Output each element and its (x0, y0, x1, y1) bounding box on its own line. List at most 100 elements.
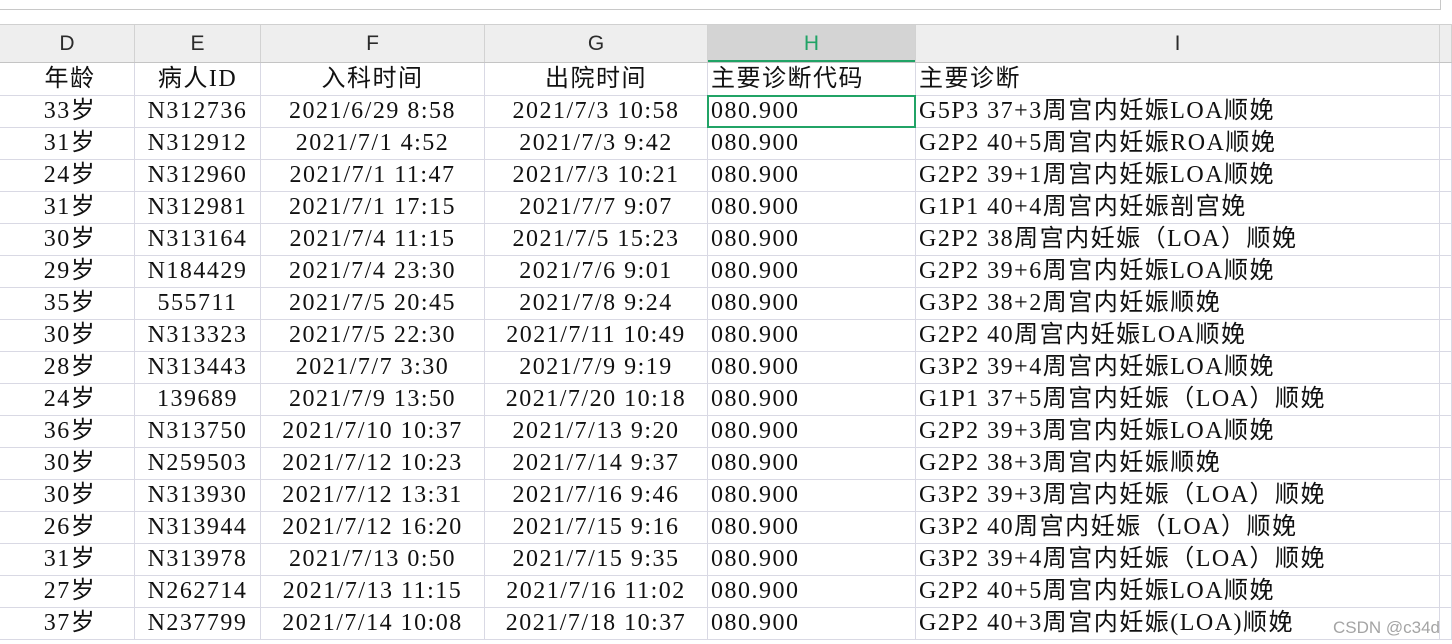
table-cell[interactable]: 2021/6/29 8:58 (261, 96, 485, 128)
column-header-h[interactable]: H (708, 25, 916, 62)
table-cell[interactable]: G2P2 40+5周宫内妊娠ROA顺娩 (916, 128, 1440, 160)
table-cell[interactable]: N313930 (135, 480, 261, 512)
table-cell[interactable]: G2P2 38周宫内妊娠（LOA）顺娩 (916, 224, 1440, 256)
table-cell[interactable]: 2021/7/10 10:37 (261, 416, 485, 448)
label-cell-f[interactable]: 入科时间 (261, 63, 485, 96)
table-cell[interactable]: 080.900 (708, 608, 916, 640)
table-cell[interactable]: N312912 (135, 128, 261, 160)
table-cell[interactable]: N313978 (135, 544, 261, 576)
table-cell[interactable]: 2021/7/13 11:15 (261, 576, 485, 608)
table-cell[interactable]: 555711 (135, 288, 261, 320)
table-cell[interactable]: 080.900 (708, 384, 916, 416)
table-cell[interactable]: G2P2 40周宫内妊娠LOA顺娩 (916, 320, 1440, 352)
column-header-d[interactable]: D (0, 25, 135, 62)
table-cell[interactable]: 080.900 (708, 224, 916, 256)
label-cell-h[interactable]: 主要诊断代码 (708, 63, 916, 96)
table-cell[interactable]: 080.900 (708, 544, 916, 576)
table-cell[interactable]: G3P2 40周宫内妊娠（LOA）顺娩 (916, 512, 1440, 544)
table-cell[interactable]: 30岁 (0, 480, 135, 512)
table-cell[interactable]: N312981 (135, 192, 261, 224)
table-cell[interactable]: N312960 (135, 160, 261, 192)
table-cell[interactable]: G1P1 37+5周宫内妊娠（LOA）顺娩 (916, 384, 1440, 416)
table-cell[interactable]: N259503 (135, 448, 261, 480)
table-cell[interactable]: 2021/7/13 0:50 (261, 544, 485, 576)
table-cell[interactable]: G2P2 40+5周宫内妊娠LOA顺娩 (916, 576, 1440, 608)
table-cell[interactable]: 2021/7/4 11:15 (261, 224, 485, 256)
table-cell-partial[interactable] (1440, 448, 1452, 480)
column-header-g[interactable]: G (485, 25, 708, 62)
column-header-partial[interactable] (1440, 25, 1452, 62)
table-cell[interactable]: 080.900 (708, 128, 916, 160)
table-cell[interactable]: 2021/7/5 22:30 (261, 320, 485, 352)
table-cell[interactable]: 35岁 (0, 288, 135, 320)
table-cell[interactable]: 2021/7/6 9:01 (485, 256, 708, 288)
table-cell[interactable]: 2021/7/5 20:45 (261, 288, 485, 320)
table-cell-partial[interactable] (1440, 576, 1452, 608)
table-cell[interactable]: N262714 (135, 576, 261, 608)
table-cell[interactable]: G3P2 38+2周宫内妊娠顺娩 (916, 288, 1440, 320)
column-header-f[interactable]: F (261, 25, 485, 62)
table-cell[interactable]: G1P1 40+4周宫内妊娠剖宫娩 (916, 192, 1440, 224)
table-cell[interactable]: 24岁 (0, 160, 135, 192)
label-cell-i[interactable]: 主要诊断 (916, 63, 1440, 96)
table-cell[interactable]: 139689 (135, 384, 261, 416)
table-cell[interactable]: 2021/7/15 9:35 (485, 544, 708, 576)
table-cell[interactable]: 2021/7/3 9:42 (485, 128, 708, 160)
table-cell[interactable]: 30岁 (0, 448, 135, 480)
table-cell-partial[interactable] (1440, 352, 1452, 384)
table-cell[interactable]: 30岁 (0, 224, 135, 256)
table-cell-partial[interactable] (1440, 288, 1452, 320)
table-cell[interactable]: 31岁 (0, 192, 135, 224)
table-cell[interactable]: 2021/7/20 10:18 (485, 384, 708, 416)
table-cell[interactable]: N313164 (135, 224, 261, 256)
table-cell-partial[interactable] (1440, 160, 1452, 192)
table-cell[interactable]: 2021/7/3 10:21 (485, 160, 708, 192)
table-cell[interactable]: 2021/7/14 9:37 (485, 448, 708, 480)
table-cell[interactable]: G3P2 39+4周宫内妊娠LOA顺娩 (916, 352, 1440, 384)
table-cell[interactable]: G3P2 39+4周宫内妊娠（LOA）顺娩 (916, 544, 1440, 576)
table-cell-partial[interactable] (1440, 480, 1452, 512)
table-cell[interactable]: 26岁 (0, 512, 135, 544)
table-cell[interactable]: 080.900 (708, 256, 916, 288)
label-cell-g[interactable]: 出院时间 (485, 63, 708, 96)
table-cell[interactable]: G2P2 39+6周宫内妊娠LOA顺娩 (916, 256, 1440, 288)
selected-cell[interactable]: 080.900 (707, 95, 916, 128)
table-cell[interactable]: N184429 (135, 256, 261, 288)
table-cell[interactable]: 080.900 (708, 480, 916, 512)
table-cell[interactable]: 28岁 (0, 352, 135, 384)
table-cell-partial[interactable] (1440, 224, 1452, 256)
table-cell[interactable]: 31岁 (0, 544, 135, 576)
table-cell[interactable]: 2021/7/1 17:15 (261, 192, 485, 224)
table-cell[interactable]: 2021/7/11 10:49 (485, 320, 708, 352)
label-cell-e[interactable]: 病人ID (135, 63, 261, 96)
table-cell[interactable]: 29岁 (0, 256, 135, 288)
table-cell[interactable]: 2021/7/18 10:37 (485, 608, 708, 640)
table-cell[interactable]: 33岁 (0, 96, 135, 128)
table-cell[interactable]: 080.900 (708, 448, 916, 480)
table-cell[interactable]: 080.900 (708, 192, 916, 224)
table-cell-partial[interactable] (1440, 96, 1452, 128)
table-cell[interactable]: 2021/7/3 10:58 (485, 96, 708, 128)
table-cell[interactable]: 080.900 (708, 512, 916, 544)
table-cell[interactable]: 2021/7/5 15:23 (485, 224, 708, 256)
column-header-i[interactable]: I (916, 25, 1440, 62)
table-cell[interactable]: 24岁 (0, 384, 135, 416)
table-cell[interactable]: 2021/7/12 16:20 (261, 512, 485, 544)
table-cell[interactable]: N313323 (135, 320, 261, 352)
table-cell-partial[interactable] (1440, 608, 1452, 640)
table-cell-partial[interactable] (1440, 544, 1452, 576)
table-cell[interactable]: 2021/7/12 13:31 (261, 480, 485, 512)
table-cell-partial[interactable] (1440, 256, 1452, 288)
table-cell[interactable]: 2021/7/9 9:19 (485, 352, 708, 384)
table-cell[interactable]: N237799 (135, 608, 261, 640)
table-cell[interactable]: 2021/7/1 4:52 (261, 128, 485, 160)
table-cell[interactable]: 080.900 (708, 416, 916, 448)
table-cell[interactable]: N312736 (135, 96, 261, 128)
table-cell-partial[interactable] (1440, 63, 1452, 96)
table-cell[interactable]: 080.900 (708, 576, 916, 608)
table-cell[interactable]: 2021/7/7 3:30 (261, 352, 485, 384)
table-cell[interactable]: 080.900 (708, 288, 916, 320)
table-cell[interactable]: 2021/7/16 9:46 (485, 480, 708, 512)
table-cell[interactable]: 080.900 (708, 160, 916, 192)
table-cell[interactable]: 30岁 (0, 320, 135, 352)
